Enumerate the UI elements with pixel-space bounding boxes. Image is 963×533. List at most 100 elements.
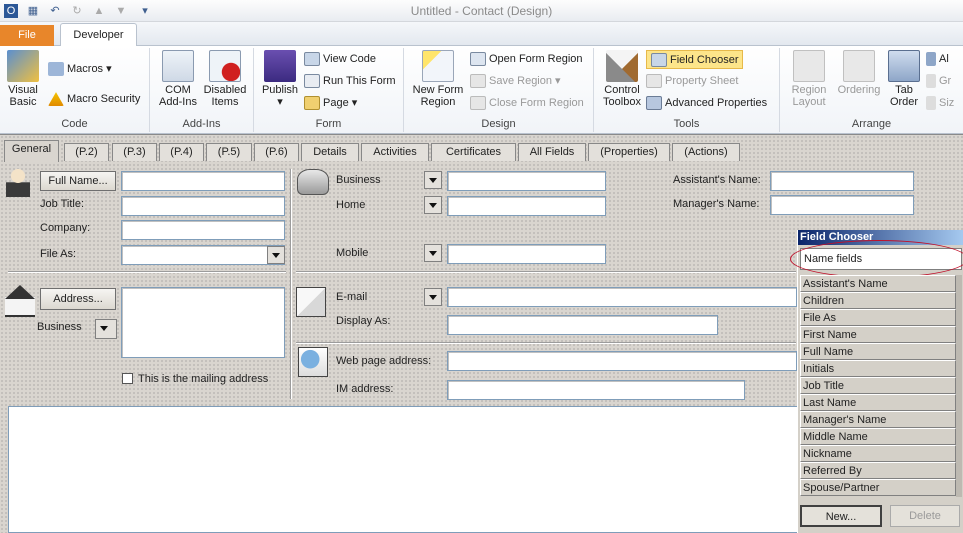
full-name-field[interactable] [121, 171, 285, 191]
form-tab-activities[interactable]: Activities [361, 143, 429, 161]
field-item[interactable]: Middle Name [800, 428, 956, 445]
region-layout-icon [793, 50, 825, 82]
tab-developer[interactable]: Developer [60, 23, 137, 47]
phone-home-dropdown[interactable] [424, 196, 442, 214]
new-form-region-icon [422, 50, 454, 82]
group-label-tools: Tools [673, 118, 700, 130]
open-region-icon [470, 52, 486, 67]
field-chooser-button[interactable]: Field Chooser [646, 50, 744, 69]
visual-basic-button[interactable]: Visual Basic [4, 50, 42, 108]
contact-person-icon [6, 167, 30, 197]
file-as-dropdown[interactable] [267, 246, 285, 264]
notes-field[interactable] [8, 406, 798, 533]
form-tab-p3[interactable]: (P.3) [112, 143, 157, 161]
tab-file[interactable]: File [0, 25, 54, 46]
field-list: Assistant's Name Children File As First … [800, 275, 956, 496]
com-addins-icon [162, 50, 194, 82]
address-type-dropdown[interactable] [95, 319, 117, 339]
macro-security-button[interactable]: Macro Security [48, 90, 140, 109]
file-as-label: File As: [40, 248, 77, 260]
group-code: Visual Basic Macros ▾ Macro Security Cod… [0, 48, 150, 132]
form-tab-p5[interactable]: (P.5) [206, 143, 252, 161]
com-addins-button[interactable]: COM Add-Ins [156, 50, 200, 108]
separator [296, 342, 796, 344]
form-tab-p4[interactable]: (P.4) [159, 143, 204, 161]
macros-button[interactable]: Macros ▾ [48, 60, 112, 79]
property-sheet-button[interactable]: Property Sheet [646, 72, 738, 91]
form-tab-certificates[interactable]: Certificates [431, 143, 516, 161]
field-chooser-icon [651, 53, 667, 68]
field-item[interactable]: Last Name [800, 394, 956, 411]
new-form-region-button[interactable]: New Form Region [408, 50, 468, 108]
mailing-address-label: This is the mailing address [138, 373, 269, 385]
window-title: Untitled - Contact (Design) [410, 4, 553, 18]
new-field-button[interactable]: New... [800, 505, 882, 527]
field-item[interactable]: Full Name [800, 343, 956, 360]
field-item[interactable]: Children [800, 292, 956, 309]
advanced-properties-button[interactable]: Advanced Properties [646, 94, 767, 113]
phone-business-field[interactable] [447, 171, 606, 191]
close-region-icon [470, 96, 486, 111]
form-tab-p6[interactable]: (P.6) [254, 143, 299, 161]
phone-mobile-field[interactable] [447, 244, 606, 264]
field-item[interactable]: File As [800, 309, 956, 326]
disabled-items-button[interactable]: Disabled Items [202, 50, 248, 108]
field-item[interactable]: Initials [800, 360, 956, 377]
group-label-arrange: Arrange [851, 118, 892, 130]
phone-mobile-dropdown[interactable] [424, 244, 442, 262]
size-button[interactable]: Siz [926, 94, 954, 113]
im-address-label: IM address: [336, 383, 394, 395]
ordering-button[interactable]: Ordering [834, 50, 884, 96]
file-as-field[interactable] [121, 245, 285, 265]
field-item[interactable]: Nickname [800, 445, 956, 462]
field-item[interactable]: Spouse/Partner [800, 479, 956, 496]
align-button[interactable]: Al [926, 50, 949, 69]
field-item[interactable]: Job Title [800, 377, 956, 394]
email-icon [296, 287, 326, 317]
field-item[interactable]: First Name [800, 326, 956, 343]
address-button[interactable]: Address... [40, 288, 116, 310]
form-tab-actions[interactable]: (Actions) [672, 143, 740, 161]
ordering-icon [843, 50, 875, 82]
display-as-field[interactable] [447, 315, 718, 335]
form-tab-p2[interactable]: (P.2) [64, 143, 109, 161]
assistants-name-field[interactable] [770, 171, 914, 191]
phone-home-field[interactable] [447, 196, 606, 216]
company-label: Company: [40, 222, 91, 234]
form-tab-properties[interactable]: (Properties) [588, 143, 670, 161]
region-layout-button[interactable]: Region Layout [784, 50, 834, 108]
page-button[interactable]: Page ▾ [304, 94, 357, 113]
group-button[interactable]: Gr [926, 72, 951, 91]
tab-order-button[interactable]: Tab Order [886, 50, 922, 108]
managers-name-field[interactable] [770, 195, 914, 215]
publish-button[interactable]: Publish ▾ [258, 50, 302, 108]
company-field[interactable] [121, 220, 285, 240]
field-item[interactable]: Manager's Name [800, 411, 956, 428]
group-form: Publish ▾ View Code Run This Form Page ▾ … [254, 48, 404, 132]
phone-business-dropdown[interactable] [424, 171, 442, 189]
field-list-scrollbar[interactable] [956, 275, 962, 497]
phone-mobile-label: Mobile [336, 247, 369, 259]
address-field[interactable] [121, 287, 285, 358]
view-code-button[interactable]: View Code [304, 50, 376, 69]
im-address-field[interactable] [447, 380, 745, 400]
form-tab-details[interactable]: Details [301, 143, 359, 161]
control-toolbox-button[interactable]: Control Toolbox [598, 50, 646, 108]
close-form-region-button[interactable]: Close Form Region [470, 94, 584, 113]
full-name-button[interactable]: Full Name... [40, 171, 116, 191]
phone-home-label: Home [336, 199, 366, 211]
advanced-properties-icon [646, 96, 662, 111]
delete-field-button[interactable]: Delete [890, 505, 960, 527]
web-page-field[interactable] [447, 351, 797, 371]
email-field[interactable] [447, 287, 797, 307]
open-form-region-button[interactable]: Open Form Region [470, 50, 583, 69]
field-item[interactable]: Assistant's Name [800, 275, 956, 292]
save-region-button[interactable]: Save Region ▾ [470, 72, 561, 91]
email-dropdown[interactable] [424, 288, 442, 306]
form-tab-all-fields[interactable]: All Fields [518, 143, 586, 161]
mailing-address-checkbox[interactable] [122, 373, 133, 384]
job-title-field[interactable] [121, 196, 285, 216]
run-this-form-button[interactable]: Run This Form [304, 72, 396, 91]
form-tab-general[interactable]: General [4, 140, 59, 162]
field-item[interactable]: Referred By [800, 462, 956, 479]
